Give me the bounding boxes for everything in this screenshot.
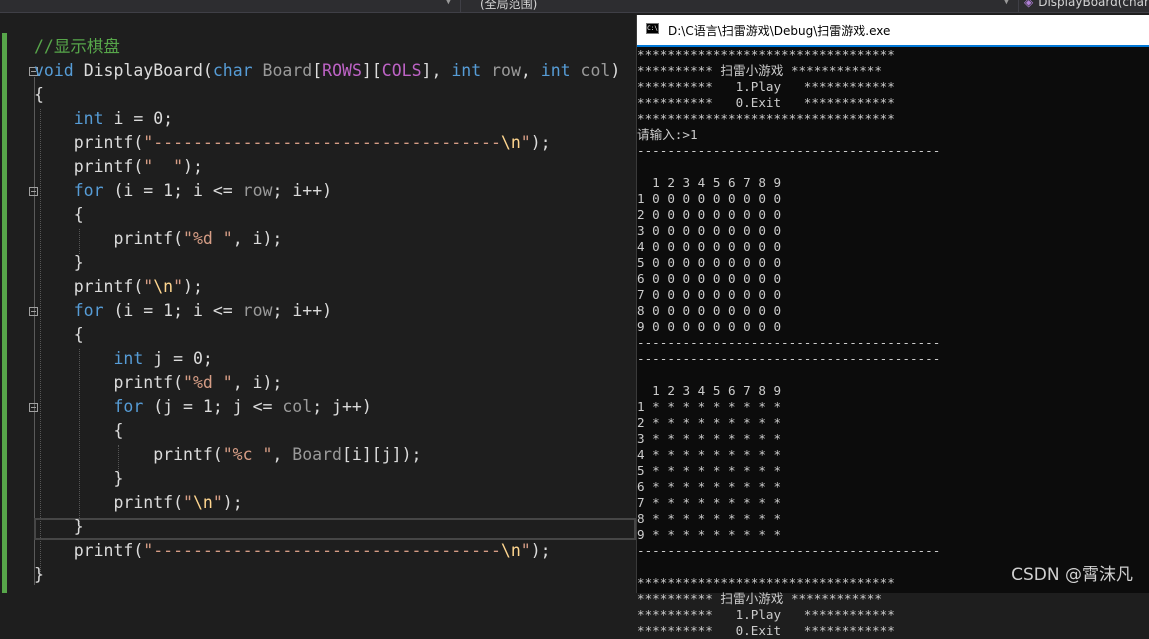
code-line: printf("--------------------------------…	[34, 133, 551, 152]
console-line: 3 * * * * * * * * *	[637, 431, 782, 446]
code-line: }	[34, 253, 84, 272]
console-line: 1 2 3 4 5 6 7 8 9	[637, 175, 782, 190]
console-line: 5 * * * * * * * * *	[637, 463, 782, 478]
console-line: ----------------------------------------	[637, 335, 941, 350]
scope-dropdown-arrow-icon[interactable]: ▼	[446, 0, 456, 6]
code-line: printf("\n");	[34, 277, 203, 296]
code-line: printf("%d ", i);	[34, 229, 283, 248]
console-line: 1 2 3 4 5 6 7 8 9	[637, 383, 782, 398]
console-line: 2 0 0 0 0 0 0 0 0 0	[637, 207, 782, 222]
console-line: ********** 1.Play ************	[637, 607, 895, 622]
code-line: }	[34, 517, 84, 536]
divider	[460, 0, 461, 12]
console-line: 2 * * * * * * * * *	[637, 415, 782, 430]
console-line: 3 0 0 0 0 0 0 0 0 0	[637, 223, 782, 238]
comment-text: //显示棋盘	[34, 37, 120, 56]
code-line: {	[34, 325, 84, 344]
code-line: int i = 0;	[73, 109, 174, 128]
console-line: 1 * * * * * * * * *	[637, 399, 782, 414]
code-line: }	[34, 469, 124, 488]
code-editor[interactable]: //显示棋盘 void DisplayBoard(char Board[ROWS…	[0, 13, 636, 593]
code-line: printf("\n");	[34, 493, 243, 512]
code-line: void DisplayBoard(char Board[ROWS][COLS]…	[34, 61, 621, 80]
outlining-gutter	[10, 13, 38, 593]
function-dropdown[interactable]: ◈ DisplayBoard(char	[1024, 0, 1149, 9]
code-line: {	[34, 421, 124, 440]
console-line: 6 0 0 0 0 0 0 0 0 0	[637, 271, 782, 286]
console-title-bar[interactable]: C:\ D:\C语言\扫雷游戏\Debug\扫雷游戏.exe	[637, 15, 1149, 45]
console-title: D:\C语言\扫雷游戏\Debug\扫雷游戏.exe	[668, 24, 891, 38]
console-line: ********** 1.Play ************	[637, 79, 895, 94]
code-line: printf("%d ", i);	[34, 373, 283, 392]
watermark: CSDN @霄沫凡	[1011, 565, 1133, 585]
code-line: printf("%c ", Board[i][j]);	[34, 445, 422, 464]
current-line-highlight	[34, 518, 636, 540]
console-line: 4 0 0 0 0 0 0 0 0 0	[637, 239, 782, 254]
console-line: 8 0 0 0 0 0 0 0 0 0	[637, 303, 782, 318]
console-line: ----------------------------------------	[637, 143, 941, 158]
console-line: 6 * * * * * * * * *	[637, 479, 782, 494]
code-line: {	[34, 205, 84, 224]
scope-dropdown[interactable]: (全局范围)	[480, 0, 537, 12]
function-dropdown-label: DisplayBoard(char	[1038, 0, 1149, 9]
console-line: ********** 0.Exit ************	[637, 95, 895, 110]
console-line: ********** 扫雷小游戏 ************	[637, 63, 882, 78]
console-line: 9 0 0 0 0 0 0 0 0 0	[637, 319, 782, 334]
console-line: ********** 扫雷小游戏 ************	[637, 591, 882, 606]
console-line: 8 * * * * * * * * *	[637, 511, 782, 526]
console-line: 9 * * * * * * * * *	[637, 527, 782, 542]
code-line: for (i = 1; i <= row; i++)	[73, 301, 333, 320]
code-line: printf(" ");	[34, 157, 203, 176]
console-line: **********************************	[637, 575, 895, 590]
console-window[interactable]: C:\ D:\C语言\扫雷游戏\Debug\扫雷游戏.exe *********…	[636, 15, 1149, 638]
console-line: 7 * * * * * * * * *	[637, 495, 782, 510]
code-line: {	[34, 85, 44, 104]
console-line: 1 0 0 0 0 0 0 0 0 0	[637, 191, 782, 206]
code-line: printf("--------------------------------…	[34, 541, 551, 560]
change-tracking-bar	[2, 33, 7, 593]
console-line: 7 0 0 0 0 0 0 0 0 0	[637, 287, 782, 302]
code-line: for (j = 1; j <= col; j++)	[113, 397, 372, 416]
divider	[1018, 0, 1019, 12]
console-line: **********************************	[637, 111, 895, 126]
function-dropdown-arrow-icon[interactable]: ▼	[1004, 0, 1009, 6]
function-icon: ◈	[1024, 0, 1034, 9]
navigation-bar: ▼ (全局范围) ▼ ◈ DisplayBoard(char	[0, 0, 1149, 13]
code-line: for (i = 1; i <= row; i++)	[73, 181, 333, 200]
code-line: //显示棋盘	[34, 35, 120, 59]
code-line: int j = 0;	[113, 349, 213, 368]
console-line: ********** 0.Exit ************	[637, 623, 895, 638]
console-app-icon: C:\	[646, 23, 659, 34]
console-line: ----------------------------------------	[637, 351, 941, 366]
console-line: 请输入:>1	[637, 127, 698, 142]
code-line: }	[34, 565, 44, 584]
console-line: 5 0 0 0 0 0 0 0 0 0	[637, 255, 782, 270]
console-line: 4 * * * * * * * * *	[637, 447, 782, 462]
console-line: **********************************	[637, 47, 895, 62]
console-line: ----------------------------------------	[637, 543, 941, 558]
